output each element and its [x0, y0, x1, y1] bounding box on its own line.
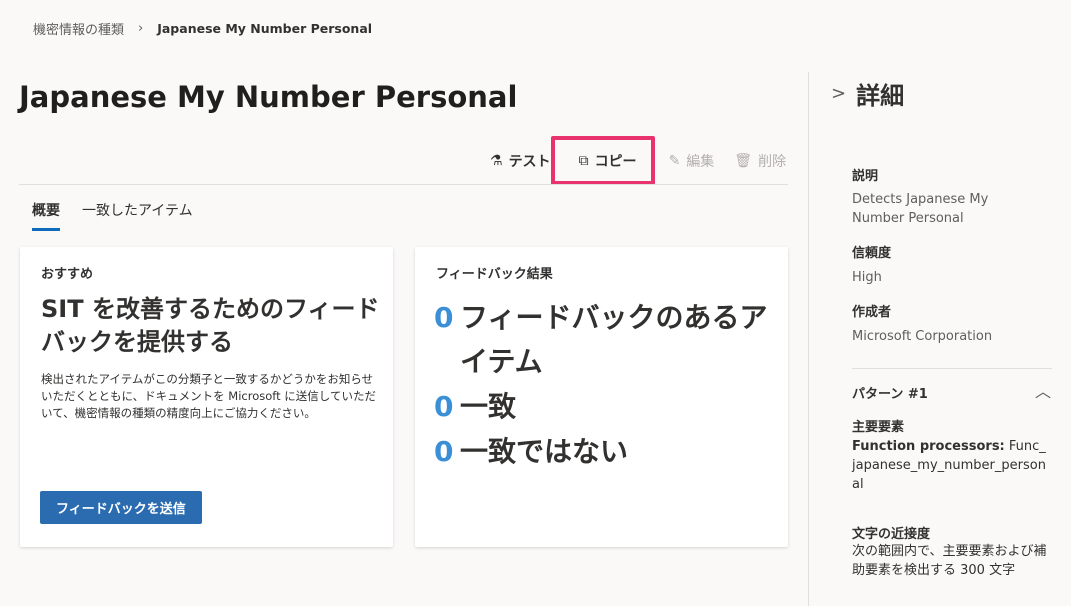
primary-key: Function processors: — [852, 439, 1005, 454]
feedback-results-card: フィードバック結果 0 フィードバックのあるアイテム 0 一致 0 一致ではない — [415, 247, 788, 547]
tab-matched-items[interactable]: 一致したアイテム — [82, 200, 193, 231]
label: 一致 — [460, 390, 517, 423]
tab-overview[interactable]: 概要 — [32, 200, 60, 231]
card-description: 検出されたアイテムがこの分類子と一致するかどうかをお知らせいただくとともに、ドキ… — [41, 372, 376, 420]
breadcrumb-current: Japanese My Number Personal — [157, 21, 373, 36]
proximity-label: 文字の近接度 — [852, 527, 931, 542]
description-label: 説明 — [852, 169, 879, 184]
label: 一致ではない — [460, 435, 629, 468]
breadcrumb-parent[interactable]: 機密情報の種類 — [33, 19, 124, 38]
divider — [852, 368, 1052, 369]
breadcrumb: 機密情報の種類 › Japanese My Number Personal — [33, 19, 372, 38]
chevron-up-icon[interactable]: ︿ — [1035, 378, 1051, 402]
count: 0 — [434, 301, 454, 334]
send-feedback-button[interactable]: フィードバックを送信 — [40, 491, 202, 524]
details-panel: > 詳細 説明 Detects Japanese My Number Person… — [808, 72, 1071, 606]
recommendation-card: おすすめ SIT を改善するためのフィードバックを提供する 検出されたアイテムが… — [20, 247, 393, 547]
publisher-label: 作成者 — [852, 305, 892, 320]
delete-button[interactable]: 🗑 削除 — [724, 148, 796, 174]
chevron-right-icon: › — [138, 21, 144, 36]
confidence-label: 信頼度 — [852, 246, 892, 261]
highlight-box — [551, 136, 655, 185]
publisher-value: Microsoft Corporation — [852, 329, 993, 344]
feedback-row: 0 一致ではない — [434, 430, 628, 474]
page-title: Japanese My Number Personal — [19, 80, 518, 114]
card-header: おすすめ — [41, 267, 94, 282]
test-label: テスト — [508, 154, 551, 170]
primary-element-label: 主要要素 — [852, 420, 905, 435]
edit-button[interactable]: ✎ 編集 — [659, 148, 725, 174]
description-value: Detects Japanese My Number Personal — [852, 192, 989, 226]
delete-label: 削除 — [758, 154, 787, 170]
feedback-row: 0 一致 — [434, 385, 516, 429]
card-header: フィードバック結果 — [436, 267, 553, 282]
trash-icon: 🗑 — [734, 153, 753, 169]
edit-label: 編集 — [686, 154, 715, 170]
pencil-icon: ✎ — [668, 153, 681, 169]
feedback-row: 0 フィードバックのあるアイテム — [434, 296, 774, 384]
divider — [19, 184, 788, 185]
flask-icon: ⚗ — [490, 153, 503, 169]
count: 0 — [434, 435, 454, 468]
test-button[interactable]: ⚗ テスト — [480, 148, 561, 174]
proximity-value: 次の範囲内で、主要要素および補助要素を検出する 300 文字 — [852, 544, 1047, 578]
tabs: 概要 一致したアイテム — [32, 200, 193, 231]
details-title: 詳細 — [856, 82, 905, 110]
count: 0 — [434, 390, 454, 423]
confidence-value: High — [852, 270, 882, 285]
chevron-right-icon[interactable]: > — [831, 83, 846, 104]
card-title: SIT を改善するためのフィードバックを提供する — [41, 295, 380, 356]
primary-element-value: Function processors: Func_japanese_my_nu… — [852, 437, 1048, 494]
pattern-heading: パターン #1 — [852, 387, 928, 402]
label: フィードバックのあるアイテム — [460, 301, 768, 378]
